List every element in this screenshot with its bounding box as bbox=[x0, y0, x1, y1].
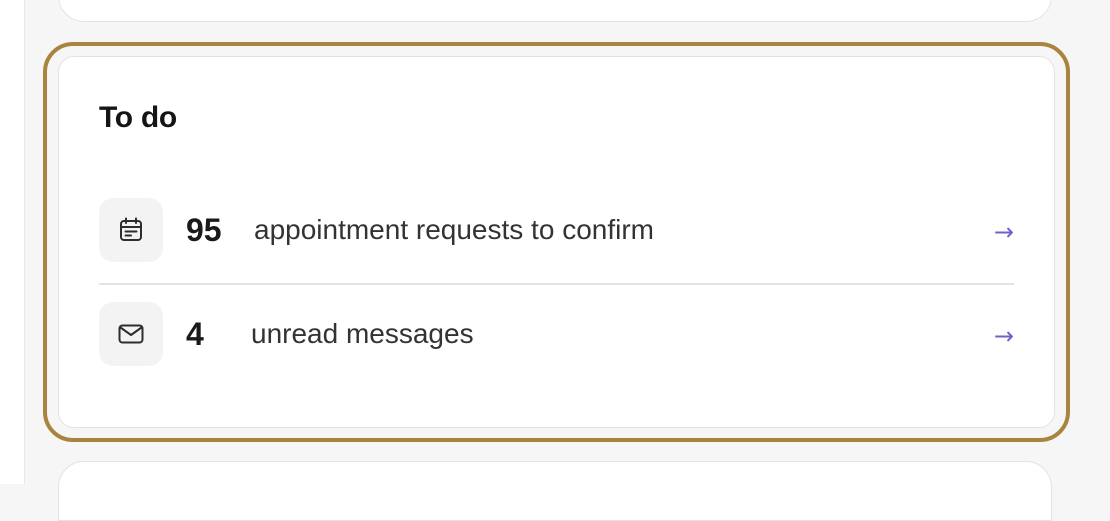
envelope-icon bbox=[99, 302, 163, 366]
arrow-right-icon[interactable]: → bbox=[994, 322, 1014, 350]
todo-item-label: appointment requests to confirm bbox=[254, 214, 654, 245]
calendar-icon bbox=[99, 198, 163, 262]
next-card bbox=[58, 461, 1052, 521]
arrow-right-icon[interactable]: → bbox=[994, 218, 1014, 246]
todo-card: To do 95 appointment requests to confirm… bbox=[58, 56, 1055, 428]
previous-card bbox=[58, 0, 1052, 22]
todo-item-count: 95 bbox=[186, 212, 222, 248]
divider bbox=[99, 283, 1014, 285]
todo-item-unread-messages[interactable]: 4 unread messages → bbox=[99, 302, 1014, 368]
todo-item-appointment-requests[interactable]: 95 appointment requests to confirm → bbox=[99, 198, 1014, 264]
todo-title: To do bbox=[99, 101, 177, 134]
todo-item-count: 4 bbox=[186, 316, 204, 352]
todo-item-label: unread messages bbox=[251, 318, 474, 349]
sidebar-edge bbox=[0, 0, 25, 484]
